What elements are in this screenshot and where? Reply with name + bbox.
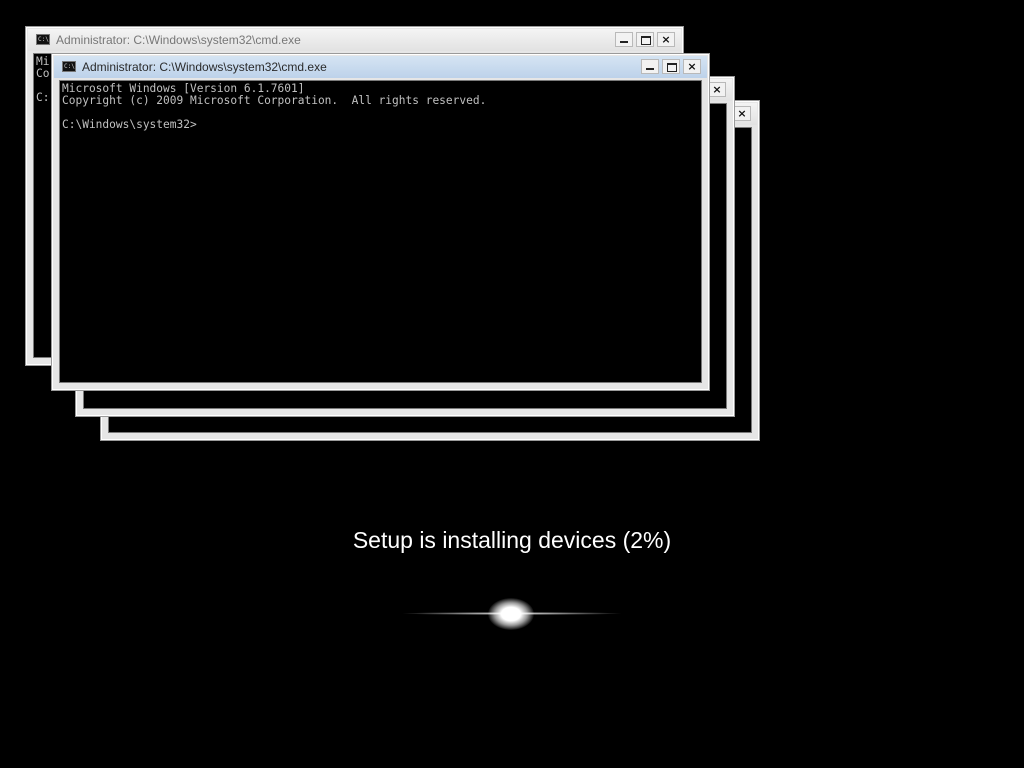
glow-core <box>488 598 534 630</box>
minimize-button[interactable] <box>641 59 659 74</box>
console-output[interactable]: Microsoft Windows [Version 6.1.7601] Cop… <box>59 80 702 383</box>
console-prompt: C:\Windows\system32> <box>62 118 197 131</box>
close-button[interactable]: × <box>683 59 701 74</box>
close-button[interactable]: × <box>733 106 751 121</box>
setup-status-text: Setup is installing devices (2%) <box>352 527 672 553</box>
progress-glow-indicator <box>400 594 624 634</box>
console-line-copyright: Copyright (c) 2009 Microsoft Corporation… <box>62 94 487 107</box>
minimize-button[interactable] <box>615 32 633 47</box>
console-line: C: <box>36 91 50 104</box>
close-button[interactable]: × <box>657 32 675 47</box>
cmd-icon: C:\. <box>62 61 76 72</box>
maximize-button[interactable] <box>662 59 680 74</box>
window-title: Administrator: C:\Windows\system32\cmd.e… <box>82 60 327 74</box>
cmd-icon: C:\. <box>36 34 50 45</box>
cmd-window-active[interactable]: C:\. Administrator: C:\Windows\system32\… <box>51 53 710 391</box>
title-bar[interactable]: C:\. Administrator: C:\Windows\system32\… <box>54 56 707 78</box>
window-title: Administrator: C:\Windows\system32\cmd.e… <box>56 33 301 47</box>
close-button[interactable]: × <box>708 82 726 97</box>
console-line: Co <box>36 67 50 80</box>
title-bar[interactable]: C:\. Administrator: C:\Windows\system32\… <box>28 29 681 51</box>
maximize-button[interactable] <box>636 32 654 47</box>
